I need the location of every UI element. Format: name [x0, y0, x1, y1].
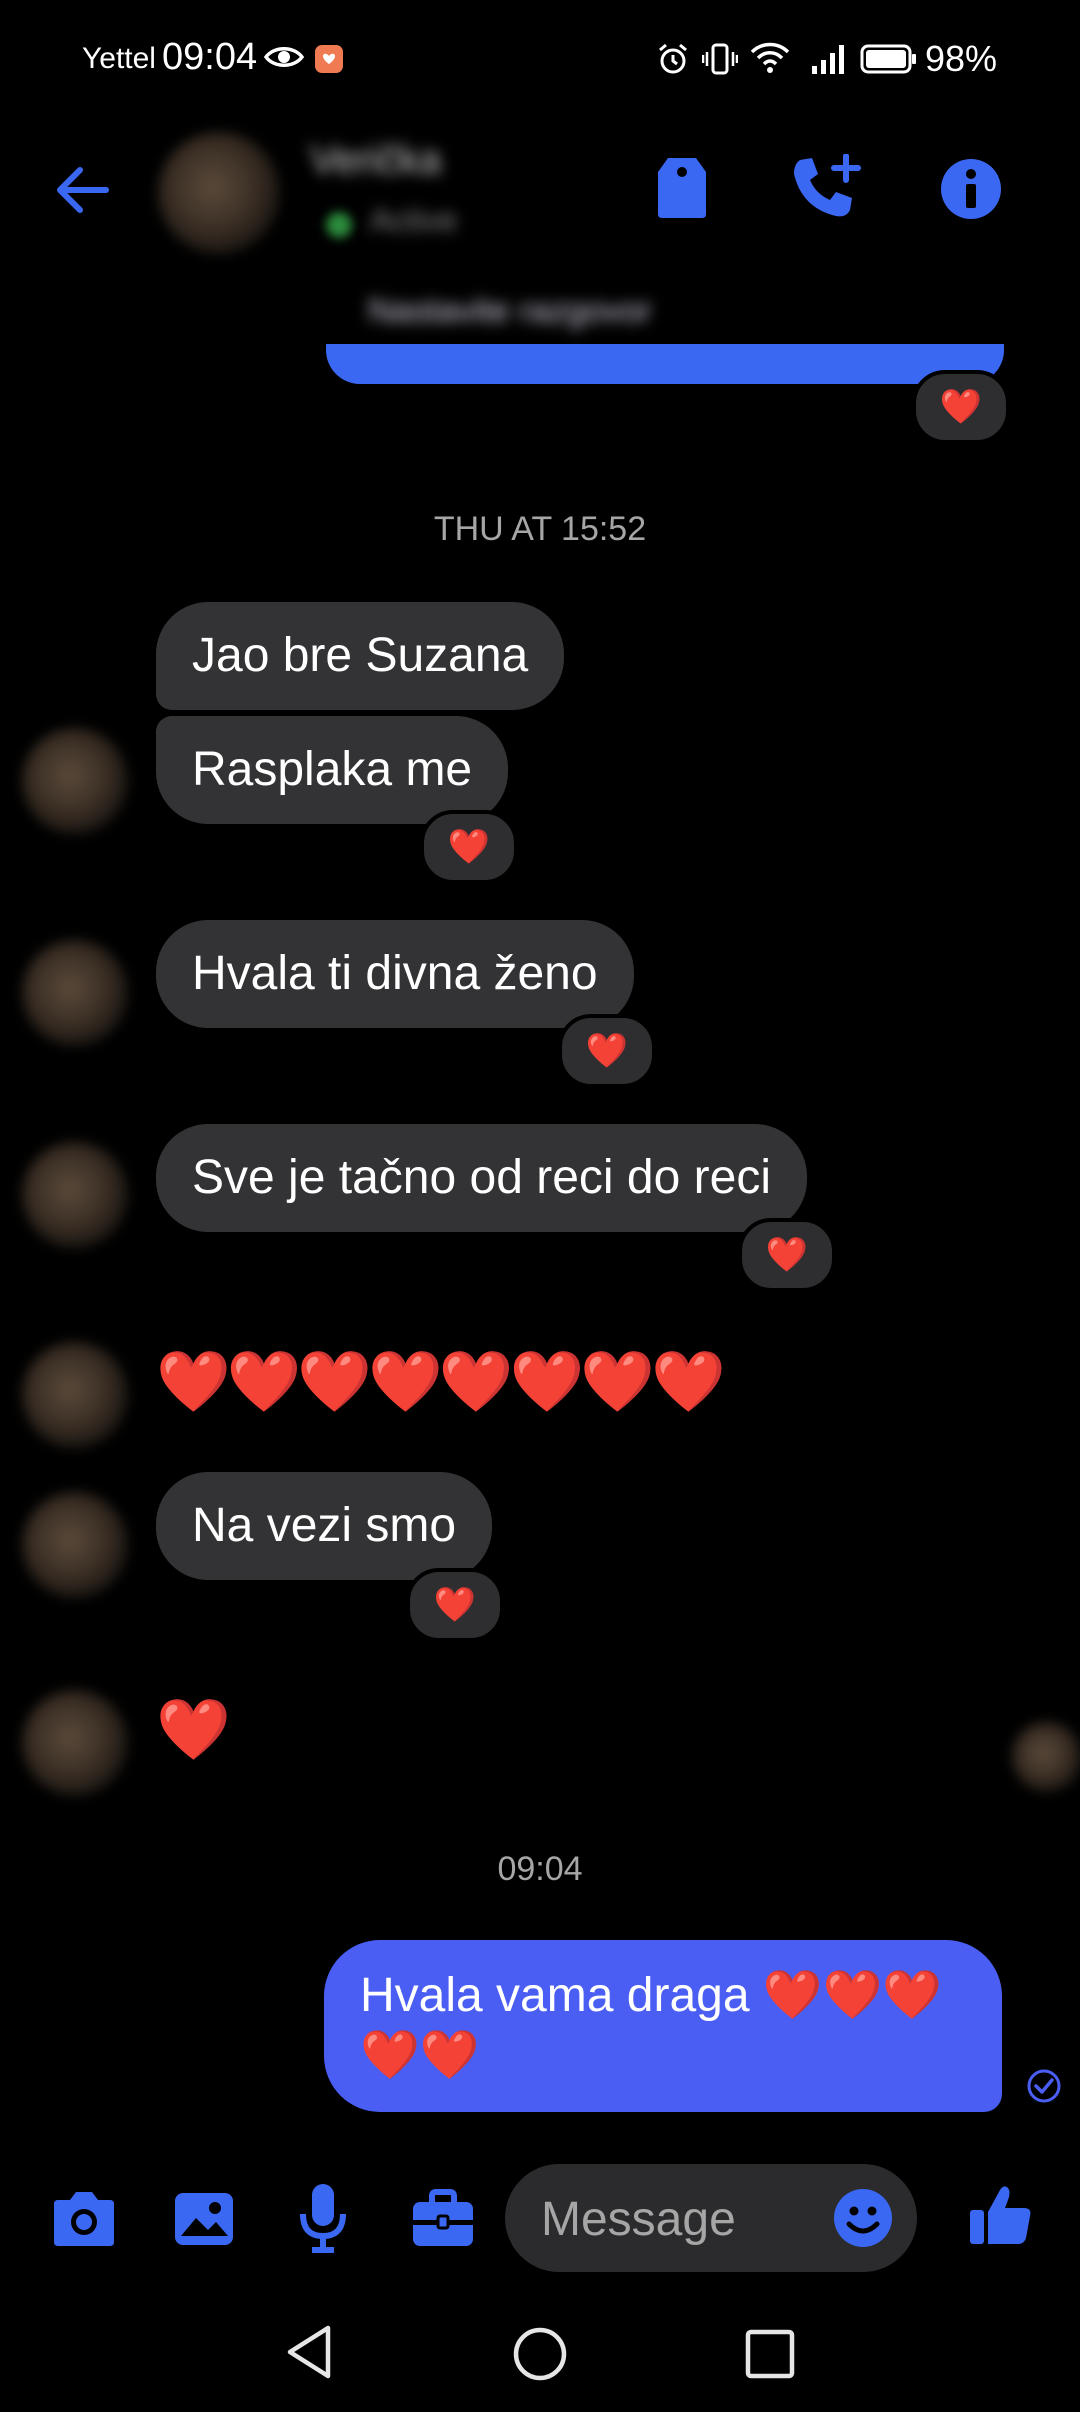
- contact-name[interactable]: Verička: [310, 138, 441, 183]
- message-input[interactable]: [539, 2184, 813, 2254]
- incoming-message[interactable]: Hvala ti divna ženo: [156, 920, 634, 1028]
- delivered-check-icon: [1027, 2069, 1061, 2103]
- contact-avatar[interactable]: [158, 132, 280, 254]
- camera-icon[interactable]: [50, 2190, 118, 2248]
- carrier-label: Yettel: [82, 42, 156, 75]
- previous-outgoing-bubble[interactable]: [326, 344, 1004, 384]
- reaction-badge[interactable]: ❤️: [738, 1218, 836, 1292]
- sender-avatar[interactable]: [22, 940, 128, 1046]
- messenger-chat-screen: Yettel 09:04 98% Verička Active Nastavit…: [0, 0, 1080, 2412]
- incoming-message[interactable]: Sve je tačno od reci do reci: [156, 1124, 807, 1232]
- briefcase-icon[interactable]: [410, 2188, 476, 2250]
- sender-avatar[interactable]: [22, 1690, 128, 1796]
- nav-recents-icon[interactable]: [744, 2328, 796, 2380]
- seen-by-avatar: [1012, 1722, 1080, 1792]
- nav-back-icon[interactable]: [284, 2324, 334, 2380]
- tag-icon[interactable]: [654, 154, 710, 220]
- previous-message-preview: Nastavite razgovor: [368, 292, 652, 330]
- status-time: 09:04: [162, 36, 258, 78]
- back-arrow-icon[interactable]: [52, 160, 112, 220]
- chat-header: Verička Active: [0, 120, 1080, 260]
- sender-avatar[interactable]: [22, 728, 128, 834]
- system-nav-bar: [0, 2300, 1080, 2412]
- sender-avatar[interactable]: [22, 1342, 128, 1448]
- vibrate-icon: [702, 43, 738, 75]
- microphone-icon[interactable]: [298, 2182, 348, 2254]
- like-thumb-icon[interactable]: [968, 2182, 1034, 2248]
- info-icon[interactable]: [940, 158, 1002, 220]
- message-composer[interactable]: [505, 2164, 917, 2272]
- gallery-icon[interactable]: [172, 2190, 236, 2248]
- outgoing-message[interactable]: Hvala vama draga ❤️❤️❤️❤️❤️: [324, 1940, 1002, 2112]
- active-status-dot: [326, 212, 352, 238]
- contact-status: Active: [370, 202, 458, 238]
- reaction-badge[interactable]: ❤️: [912, 370, 1010, 444]
- incoming-message[interactable]: Rasplaka me: [156, 716, 509, 824]
- nav-home-icon[interactable]: [512, 2326, 568, 2382]
- emoji-icon[interactable]: [833, 2188, 893, 2248]
- app-notification-icon: [315, 45, 343, 73]
- add-call-icon[interactable]: [790, 154, 864, 222]
- signal-icon: [812, 45, 844, 74]
- incoming-message[interactable]: Jao bre Suzana: [156, 602, 565, 710]
- eye-icon: [264, 47, 304, 67]
- battery-percentage: 98%: [925, 38, 998, 79]
- sender-avatar[interactable]: [22, 1142, 128, 1248]
- reaction-badge[interactable]: ❤️: [420, 810, 518, 884]
- wifi-icon: [750, 42, 790, 73]
- reaction-badge[interactable]: ❤️: [406, 1568, 504, 1642]
- battery-icon: [860, 44, 916, 74]
- status-bar: Yettel 09:04 98%: [0, 0, 1080, 120]
- sender-avatar[interactable]: [22, 1492, 128, 1598]
- alarm-icon: [659, 43, 687, 74]
- incoming-emoji-message[interactable]: ❤️: [156, 1700, 231, 1760]
- incoming-message[interactable]: Na vezi smo: [156, 1472, 493, 1580]
- reaction-badge[interactable]: ❤️: [558, 1014, 656, 1088]
- incoming-emoji-message[interactable]: ❤️❤️❤️❤️❤️❤️❤️❤️: [156, 1352, 726, 1412]
- timestamp-divider: 09:04: [497, 1850, 583, 1888]
- timestamp-divider: THU AT 15:52: [433, 510, 647, 548]
